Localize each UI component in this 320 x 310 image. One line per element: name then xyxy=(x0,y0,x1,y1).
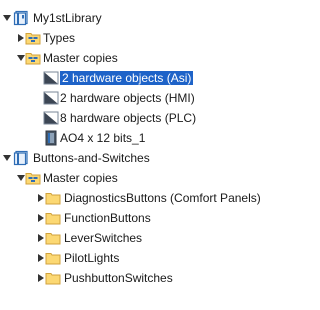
item-label: AO4 x 12 bits_1 xyxy=(60,131,146,145)
expand-arrow-down-icon[interactable] xyxy=(2,153,12,163)
tree-node-buttons-and-switches[interactable]: Buttons-and-Switches xyxy=(0,148,303,168)
tree-node-my1stlibrary[interactable]: My1stLibrary xyxy=(0,8,303,28)
tree-folder-pilot-lights[interactable]: PilotLights xyxy=(0,248,303,268)
folder-label: FunctionButtons xyxy=(64,211,151,225)
folder-icon xyxy=(45,250,61,266)
module-icon xyxy=(43,130,59,146)
tree-item-hardware-plc[interactable]: 8 hardware objects (PLC) xyxy=(0,108,303,128)
folder-label: PilotLights xyxy=(64,251,120,265)
tree-node-master-copies[interactable]: Master copies xyxy=(0,48,303,68)
tree-item-hardware-asi[interactable]: 2 hardware objects (Asi) xyxy=(0,68,303,88)
types-label: Types xyxy=(43,31,76,45)
library-tree: My1stLibrary Types Master copies 2 hardw… xyxy=(0,0,303,310)
item-label: 8 hardware objects (PLC) xyxy=(60,111,197,125)
tree-node-types[interactable]: Types xyxy=(0,28,303,48)
expand-arrow-down-icon[interactable] xyxy=(2,13,12,23)
folder-icon xyxy=(45,230,61,246)
library-name: Buttons-and-Switches xyxy=(33,151,150,165)
hardware-object-icon xyxy=(43,70,59,86)
library-name: My1stLibrary xyxy=(33,11,102,25)
folder-label: PushbuttonSwitches xyxy=(64,271,173,285)
folder-icon xyxy=(45,210,61,226)
types-folder-icon xyxy=(25,30,41,46)
tree-item-hardware-hmi[interactable]: 2 hardware objects (HMI) xyxy=(0,88,303,108)
tree-folder-function-buttons[interactable]: FunctionButtons xyxy=(0,208,303,228)
item-label: 2 hardware objects (Asi) xyxy=(60,71,194,85)
master-copies-folder-icon xyxy=(25,50,41,66)
folder-label: DiagnosticsButtons (Comfort Panels) xyxy=(64,191,261,205)
item-label: 2 hardware objects (HMI) xyxy=(60,91,195,105)
tree-folder-pushbutton-switches[interactable]: PushbuttonSwitches xyxy=(0,268,303,288)
master-copies-folder-icon xyxy=(25,170,41,186)
tree-item-ao4-module[interactable]: AO4 x 12 bits_1 xyxy=(0,128,303,148)
folder-icon xyxy=(45,270,61,286)
tree-folder-lever-switches[interactable]: LeverSwitches xyxy=(0,228,303,248)
folder-label: LeverSwitches xyxy=(64,231,143,245)
tree-folder-diagnostics-buttons[interactable]: DiagnosticsButtons (Comfort Panels) xyxy=(0,188,303,208)
global-library-icon xyxy=(13,150,29,166)
master-copies-label: Master copies xyxy=(43,51,118,65)
folder-icon xyxy=(45,190,61,206)
library-icon xyxy=(13,10,29,26)
tree-node-master-copies-2[interactable]: Master copies xyxy=(0,168,303,188)
hardware-object-icon xyxy=(43,110,59,126)
hardware-object-icon xyxy=(43,90,59,106)
master-copies-label: Master copies xyxy=(43,171,118,185)
